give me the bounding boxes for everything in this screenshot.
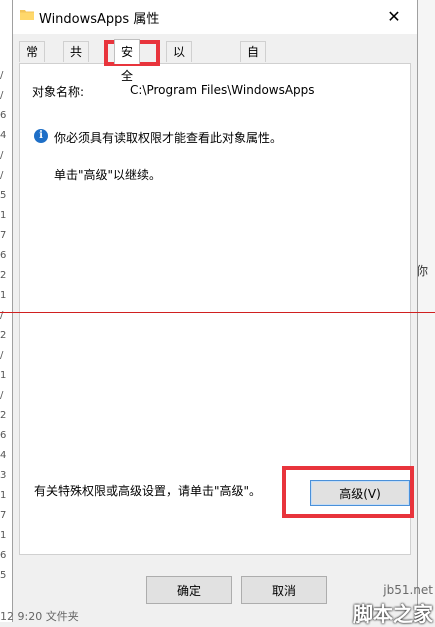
object-name-value: C:\Program Files\WindowsApps (130, 83, 315, 97)
info-message: 你必须具有读取权限才能查看此对象属性。 (54, 131, 283, 145)
background-row: 1 (0, 490, 7, 501)
background-row: 1 (0, 290, 7, 301)
info-icon: i (34, 129, 48, 143)
background-row: / (0, 150, 4, 161)
background-row: 6 (0, 110, 7, 121)
background-row: / (0, 90, 4, 101)
background-row: 1 (0, 210, 7, 221)
continue-instruction: 单击"高级"以继续。 (54, 168, 162, 182)
window-title: WindowsApps 属性 (39, 12, 160, 27)
background-right-pane: 你 (416, 0, 435, 622)
background-row: 6 (0, 550, 7, 561)
background-right-text: 你 (416, 264, 429, 278)
tab-sharing[interactable]: 共享 (63, 41, 90, 79)
title-bar[interactable]: WindowsApps 属性 ✕ (13, 0, 417, 34)
folder-icon (20, 10, 34, 20)
close-button[interactable]: ✕ (371, 0, 417, 32)
object-name-label: 对象名称: (32, 85, 85, 99)
background-row: 5 (0, 570, 7, 581)
background-row: / (0, 350, 4, 361)
background-row: 5 (0, 190, 7, 201)
background-row: / (0, 390, 4, 401)
ok-button[interactable]: 确定 (146, 576, 232, 604)
tab-security[interactable]: 安全 (114, 39, 141, 83)
background-row: 1 (0, 370, 7, 381)
advanced-button[interactable]: 高级(V) (310, 480, 410, 506)
background-row: 6 (0, 250, 7, 261)
watermark-site: jb51.net (383, 583, 433, 597)
tab-customize[interactable]: 自定义 (240, 41, 267, 99)
background-row: 6 (0, 430, 7, 441)
cancel-button[interactable]: 取消 (241, 576, 327, 604)
background-row: 1 (0, 530, 7, 541)
close-icon: ✕ (387, 6, 401, 26)
security-panel: 对象名称: C:\Program Files\WindowsApps i 你必须… (19, 63, 411, 555)
background-row: 3 (0, 470, 7, 481)
tab-previous-versions[interactable]: 以前的版本 (166, 41, 193, 139)
background-row: 7 (0, 230, 7, 241)
background-row: 2 (0, 270, 7, 281)
special-permissions-text: 有关特殊权限或高级设置，请单击"高级"。 (34, 484, 262, 498)
background-row: 2 (0, 410, 7, 421)
background-row: / (0, 170, 4, 181)
background-row: 4 (0, 450, 7, 461)
background-row: 7 (0, 510, 7, 521)
tab-general[interactable]: 常规 (19, 41, 46, 79)
background-row: 2 (0, 330, 7, 341)
watermark-name: 脚本之家 (353, 602, 433, 626)
background-row: / (0, 70, 4, 81)
annotation-line (0, 312, 435, 313)
background-row: 4 (0, 130, 7, 141)
properties-dialog: WindowsApps 属性 ✕ 常规 共享 安全 以前的版本 自定义 对象名称… (12, 0, 418, 622)
